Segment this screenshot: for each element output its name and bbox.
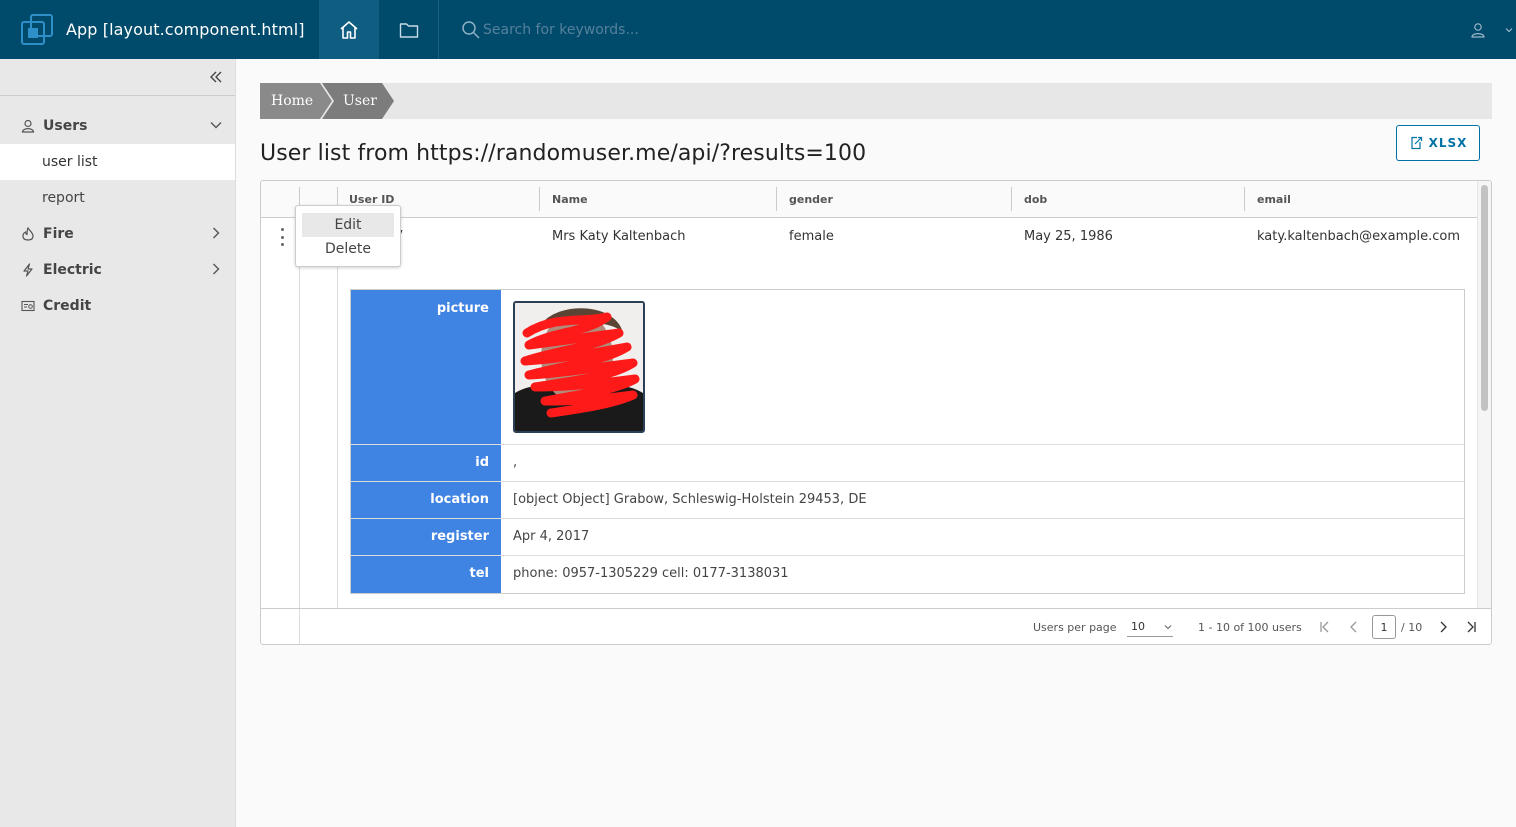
datagrid-scrollbar[interactable]: [1477, 181, 1491, 608]
detail-row-location: location [object Object] Grabow, Schlesw…: [351, 482, 1464, 519]
datagrid-header: User ID Name gender dob email: [261, 181, 1477, 218]
sidebar-collapse-row: [0, 59, 235, 96]
user-icon: [21, 118, 37, 134]
double-chevron-left-icon[interactable]: [209, 70, 223, 84]
first-page-button[interactable]: [1318, 609, 1332, 644]
detail-label-picture: picture: [351, 290, 501, 444]
chevron-left-icon: [1350, 621, 1357, 633]
cell-email: katy.kaltenbach@example.com: [1257, 228, 1461, 244]
first-page-icon: [1320, 621, 1329, 633]
column-divider: [337, 218, 338, 608]
scrollbar-thumb[interactable]: [1481, 185, 1488, 411]
row-actions-menu: Edit Delete: [295, 205, 401, 267]
detail-value-location: [object Object] Grabow, Schleswig-Holste…: [513, 492, 867, 507]
chevron-down-icon: [1505, 27, 1513, 32]
bolt-icon: [21, 262, 37, 278]
previous-page-button[interactable]: [1347, 609, 1361, 644]
detail-label-register: register: [351, 519, 501, 555]
export-icon: [1410, 136, 1422, 150]
sidebar-group-credit[interactable]: Credit: [0, 288, 235, 324]
search-input[interactable]: [483, 21, 883, 38]
column-divider: [299, 218, 300, 608]
chevron-down-icon: [1164, 624, 1172, 629]
current-page-input[interactable]: 1: [1372, 609, 1396, 644]
cell-gender: female: [789, 228, 834, 244]
sidebar: Users user list report Fire Electric Cre…: [0, 59, 236, 827]
menu-item-delete[interactable]: Delete: [302, 237, 394, 261]
column-header-dob[interactable]: dob: [1012, 181, 1244, 217]
user-menu[interactable]: [1470, 0, 1516, 59]
user-picture: [513, 301, 645, 433]
detail-label-id: id: [351, 445, 501, 481]
search-bar: [461, 0, 883, 59]
sidebar-item-label: report: [42, 190, 85, 206]
detail-label-tel: tel: [351, 556, 501, 593]
total-pages: / 10: [1401, 620, 1423, 634]
sidebar-group-fire[interactable]: Fire: [0, 216, 235, 252]
column-header-email[interactable]: email: [1245, 181, 1477, 217]
sidebar-item-user-list[interactable]: user list: [0, 144, 235, 180]
app-header: App [layout.component.html]: [0, 0, 1516, 59]
last-page-button[interactable]: [1464, 609, 1478, 644]
detail-row-picture: picture: [351, 290, 1464, 445]
user-avatar-icon: [1471, 22, 1485, 38]
sidebar-group-label: Fire: [43, 226, 74, 242]
sidebar-group-label: Electric: [43, 262, 102, 278]
last-page-icon: [1467, 621, 1476, 633]
detail-row-register: register Apr 4, 2017: [351, 519, 1464, 556]
column-divider: [299, 609, 300, 644]
datagrid-footer: Users per page 10 1 - 10 of 100 users 1 …: [261, 608, 1491, 644]
nav-folder-button[interactable]: [379, 0, 439, 59]
chevron-right-icon: [213, 227, 220, 239]
app-title: App [layout.component.html]: [66, 20, 305, 39]
column-header-gender[interactable]: gender: [777, 181, 1011, 217]
column-header-name[interactable]: Name: [540, 181, 776, 217]
sidebar-group-label: Credit: [43, 298, 92, 314]
export-xlsx-button[interactable]: XLSX: [1396, 125, 1480, 161]
pagination-range: 1 - 10 of 100 users: [1198, 620, 1302, 634]
folder-icon: [399, 22, 418, 38]
per-page-value: 10: [1131, 620, 1145, 633]
search-icon: [462, 20, 480, 39]
credit-icon: [21, 298, 37, 314]
export-xlsx-label: XLSX: [1428, 136, 1468, 150]
nav-home-button[interactable]: [319, 0, 379, 59]
table-row[interactable]: ebra237 Mrs Katy Kaltenbach female May 2…: [261, 218, 1477, 254]
breadcrumb-user[interactable]: User: [322, 83, 394, 119]
detail-value-tel: phone: 0957-1305229 cell: 0177-3138031: [513, 566, 789, 581]
chevron-down-icon: [210, 122, 222, 129]
fire-icon: [21, 226, 37, 242]
breadcrumb: Home User: [260, 83, 1492, 119]
menu-item-edit[interactable]: Edit: [302, 213, 394, 237]
cell-dob: May 25, 1986: [1024, 228, 1113, 244]
next-page-button[interactable]: [1436, 609, 1450, 644]
sidebar-item-report[interactable]: report: [0, 180, 235, 216]
per-page-label: Users per page: [1033, 620, 1117, 634]
breadcrumb-home[interactable]: Home: [260, 83, 332, 119]
user-datagrid: User ID Name gender dob email ebra237 Mr…: [260, 180, 1492, 645]
home-icon: [340, 20, 358, 39]
chevron-right-icon: [213, 263, 220, 275]
sidebar-group-label: Users: [43, 118, 88, 134]
cell-name: Mrs Katy Kaltenbach: [552, 228, 686, 244]
page-title: User list from https://randomuser.me/api…: [260, 141, 867, 166]
sidebar-group-users[interactable]: Users: [0, 108, 235, 144]
detail-label-location: location: [351, 482, 501, 518]
brand[interactable]: App [layout.component.html]: [0, 0, 319, 59]
sidebar-group-electric[interactable]: Electric: [0, 252, 235, 288]
sidebar-item-label: user list: [42, 154, 98, 170]
detail-row-tel: tel phone: 0957-1305229 cell: 0177-31380…: [351, 556, 1464, 593]
current-page-value[interactable]: 1: [1372, 615, 1396, 639]
row-detail-panel: picture id , location [object Object] Gr…: [350, 289, 1465, 594]
detail-value-id: ,: [513, 455, 518, 470]
per-page-select[interactable]: 10: [1127, 609, 1173, 644]
app-logo-icon: [21, 13, 53, 45]
detail-value-register: Apr 4, 2017: [513, 529, 590, 544]
chevron-right-icon: [1440, 621, 1447, 633]
detail-row-id: id ,: [351, 445, 1464, 482]
